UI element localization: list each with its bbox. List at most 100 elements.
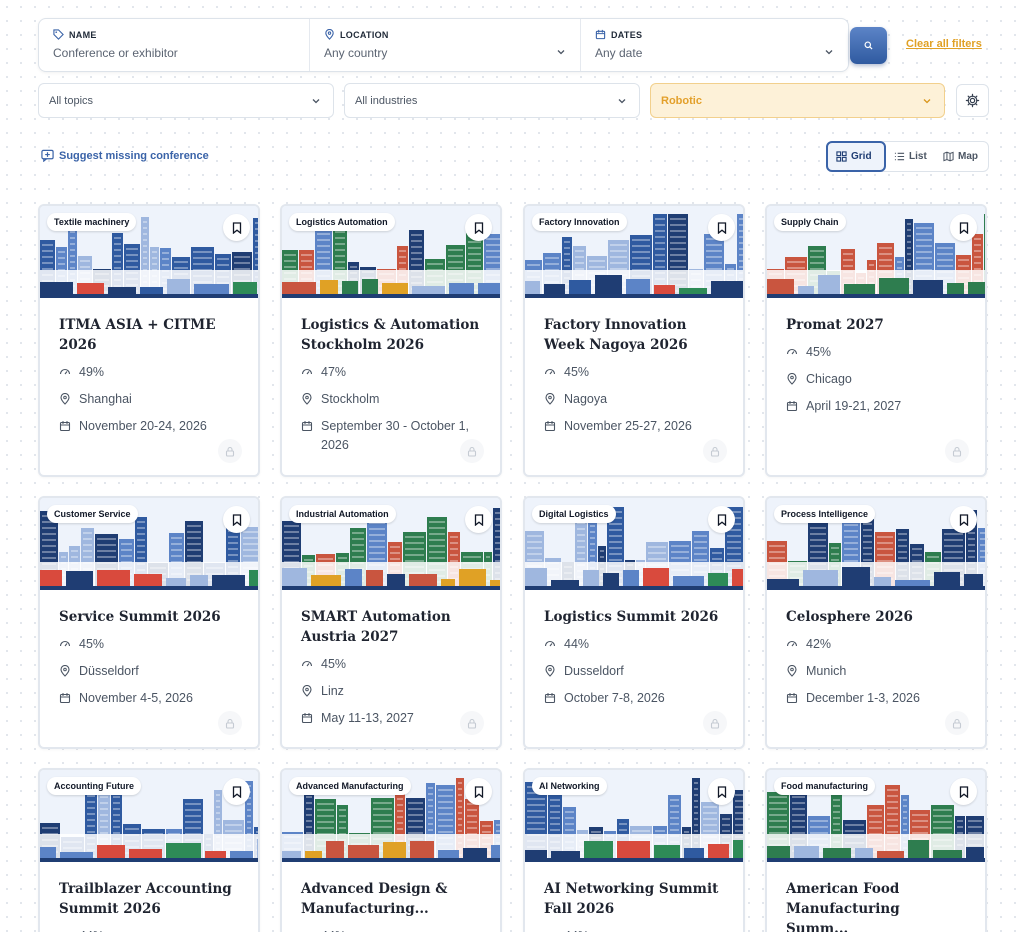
bookmark-button[interactable]: [223, 778, 250, 805]
bookmark-button[interactable]: [950, 506, 977, 533]
bookmark-button[interactable]: [223, 214, 250, 241]
card-title[interactable]: SMART Automation Austria 2027: [301, 607, 481, 647]
topic-tag: Advanced Manufacturing: [289, 777, 411, 795]
grid-view-button[interactable]: Grid: [826, 141, 886, 172]
location-field[interactable]: LOCATION Any country: [309, 19, 580, 71]
match-score: 44%: [59, 927, 239, 932]
card-title[interactable]: Service Summit 2026: [59, 607, 239, 627]
location-pin-icon: [545, 665, 555, 677]
conference-card[interactable]: Factory Innovation Factory Innovation Wee…: [523, 204, 745, 477]
lock-button[interactable]: [460, 439, 484, 463]
location-select[interactable]: Any country: [324, 46, 566, 60]
location-label: LOCATION: [340, 29, 389, 40]
lock-button[interactable]: [703, 439, 727, 463]
bookmark-button[interactable]: [465, 778, 492, 805]
bookmark-button[interactable]: [708, 506, 735, 533]
card-title[interactable]: Advanced Design & Manufacturing...: [301, 879, 481, 919]
match-score: 44%: [544, 927, 724, 932]
lock-button[interactable]: [945, 711, 969, 735]
lock-button[interactable]: [945, 439, 969, 463]
lock-button[interactable]: [703, 711, 727, 735]
calendar-icon: [301, 713, 313, 724]
conference-card[interactable]: Process Intelligence Celosphere 2026 42% Mu…: [765, 496, 987, 749]
dates: November 20-24, 2026: [59, 417, 239, 436]
bookmark-button[interactable]: [465, 506, 492, 533]
lock-button[interactable]: [460, 711, 484, 735]
card-title[interactable]: Celosphere 2026: [786, 607, 966, 627]
search-icon: [864, 41, 873, 50]
topic-tag: Industrial Automation: [289, 505, 396, 523]
location: Nagoya: [544, 390, 724, 409]
bookmark-icon: [717, 785, 726, 798]
category-value: Robotic: [661, 95, 702, 107]
topic-tag: Factory Innovation: [532, 213, 627, 231]
bookmark-button[interactable]: [465, 214, 492, 241]
bookmark-icon: [232, 785, 241, 798]
gauge-icon: [786, 640, 798, 647]
category-select[interactable]: Robotic: [650, 83, 945, 118]
location-pin-icon: [60, 393, 70, 405]
conference-card[interactable]: Food manufacturing American Food Manufact…: [765, 768, 987, 932]
gear-icon: [965, 93, 980, 108]
dates-field[interactable]: DATES Any date: [580, 19, 848, 71]
city-value: Chicago: [806, 372, 852, 386]
bookmark-button[interactable]: [950, 778, 977, 805]
lock-button[interactable]: [218, 711, 242, 735]
bookmark-icon: [474, 221, 483, 234]
conference-card[interactable]: Textile machinery ITMA ASIA + CITME 2026 4…: [38, 204, 260, 477]
bookmark-button[interactable]: [708, 214, 735, 241]
card-image: Logistics Automation: [282, 206, 500, 298]
conference-card[interactable]: Industrial Automation SMART Automation Au…: [280, 496, 502, 749]
location: Munich: [786, 662, 966, 681]
list-view-button[interactable]: List: [886, 141, 935, 172]
dates: September 30 - October 1, 2026: [301, 417, 481, 455]
conference-card[interactable]: Customer Service Service Summit 2026 45% Dü…: [38, 496, 260, 749]
card-title[interactable]: American Food Manufacturing Summ...: [786, 879, 966, 932]
bookmark-icon: [959, 513, 968, 526]
conference-card[interactable]: Supply Chain Promat 2027 45% Chicago April 1…: [765, 204, 987, 477]
suggest-conference-link[interactable]: Suggest missing conference: [41, 149, 209, 162]
conference-card[interactable]: Advanced Manufacturing Advanced Design & …: [280, 768, 502, 932]
match-score: 47%: [301, 363, 481, 382]
lock-button[interactable]: [218, 439, 242, 463]
topic-tag: Customer Service: [47, 505, 138, 523]
card-title[interactable]: Logistics & Automation Stockholm 2026: [301, 315, 481, 355]
bookmark-button[interactable]: [223, 506, 250, 533]
card-title[interactable]: Trailblazer Accounting Summit 2026: [59, 879, 239, 919]
settings-button[interactable]: [956, 84, 989, 117]
dates: May 11-13, 2027: [301, 709, 481, 728]
gauge-icon: [786, 348, 798, 355]
topics-select[interactable]: All topics: [38, 83, 334, 118]
map-view-button[interactable]: Map: [935, 141, 986, 172]
conference-card[interactable]: Logistics Automation Logistics & Automati…: [280, 204, 502, 477]
conference-card[interactable]: AI Networking AI Networking Summit Fall 2…: [523, 768, 745, 932]
match-score: 44%: [301, 927, 481, 932]
card-title[interactable]: Promat 2027: [786, 315, 966, 335]
conference-card[interactable]: Digital Logistics Logistics Summit 2026 44…: [523, 496, 745, 749]
gauge-icon: [301, 660, 313, 667]
calendar-icon: [786, 401, 798, 412]
lock-icon: [467, 446, 477, 457]
bookmark-icon: [232, 221, 241, 234]
topic-tag: Accounting Future: [47, 777, 141, 795]
card-title[interactable]: Factory Innovation Week Nagoya 2026: [544, 315, 724, 355]
card-title[interactable]: Logistics Summit 2026: [544, 607, 724, 627]
map-icon: [943, 151, 954, 162]
dates-select[interactable]: Any date: [595, 46, 834, 60]
dates-value: October 7-8, 2026: [564, 691, 665, 705]
name-input[interactable]: Conference or exhibitor: [53, 46, 295, 60]
card-title[interactable]: AI Networking Summit Fall 2026: [544, 879, 724, 919]
bookmark-icon: [474, 785, 483, 798]
bookmark-button[interactable]: [950, 214, 977, 241]
search-button[interactable]: [850, 27, 887, 64]
bookmark-button[interactable]: [708, 778, 735, 805]
name-field[interactable]: NAME Conference or exhibitor: [39, 19, 309, 71]
location: Düsseldorf: [59, 662, 239, 681]
industries-select[interactable]: All industries: [344, 83, 640, 118]
clear-filters-link[interactable]: Clear all filters: [906, 38, 982, 50]
location-pin-icon: [60, 665, 70, 677]
match-score: 45%: [544, 363, 724, 382]
conference-card[interactable]: Accounting Future Trailblazer Accounting …: [38, 768, 260, 932]
city-value: Stockholm: [321, 392, 380, 406]
card-title[interactable]: ITMA ASIA + CITME 2026: [59, 315, 239, 355]
